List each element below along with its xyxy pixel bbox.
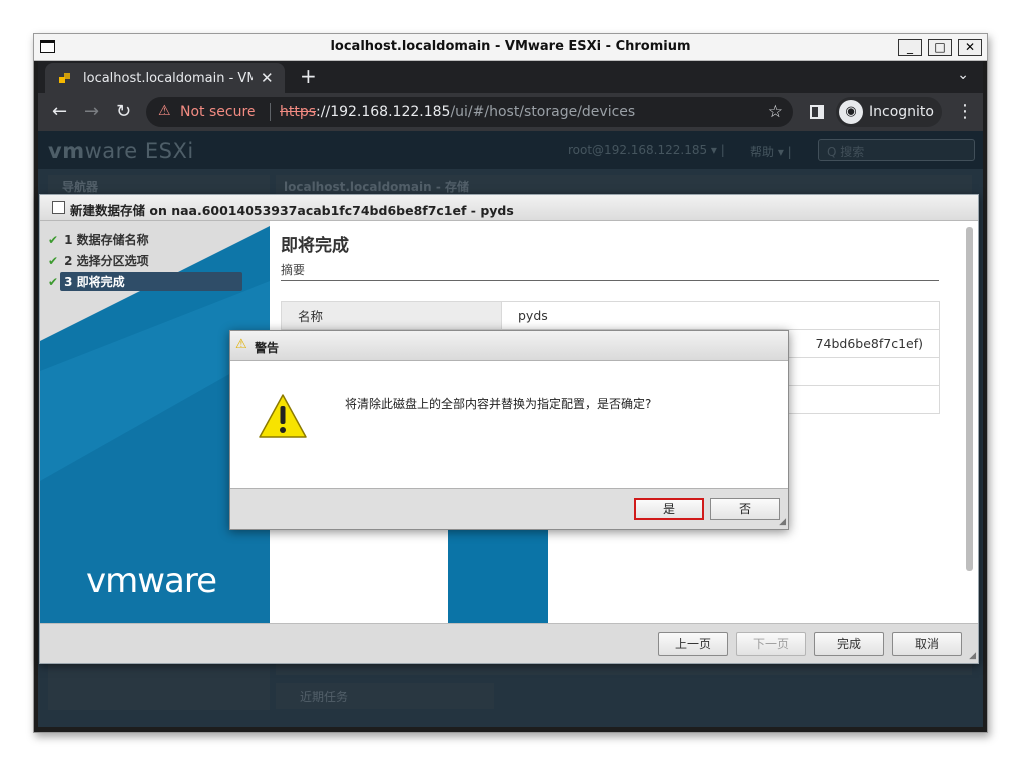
window-titlebar: localhost.localdomain - VMware ESXi - Ch… (34, 34, 987, 61)
not-secure-label[interactable]: Not secure (180, 104, 256, 120)
warning-dialog: ⚠ 警告 将清除此磁盘上的全部内容并替换为指定配置，是否确定? 是 否 ◢ (229, 330, 789, 530)
check-icon: ✔ (48, 254, 59, 268)
summary-value: pyds (501, 301, 940, 330)
check-icon: ✔ (48, 275, 59, 289)
minimize-button[interactable]: _ (898, 39, 922, 56)
tab-search-button[interactable]: ⌄ (957, 67, 969, 83)
back-button[interactable]: 上一页 (658, 632, 728, 656)
warning-message: 将清除此磁盘上的全部内容并替换为指定配置，是否确定? (345, 397, 652, 411)
incognito-label: Incognito (869, 104, 934, 120)
heading-divider (281, 280, 939, 281)
wizard-step-2[interactable]: ✔ 2 选择分区选项 (48, 252, 149, 270)
warning-footer: 是 否 ◢ (230, 488, 788, 529)
address-bar[interactable]: ⚠ Not secure https://192.168.122.185/ui/… (146, 97, 793, 127)
tab-close-icon[interactable]: ✕ (261, 69, 274, 87)
back-icon[interactable]: ← (52, 101, 67, 122)
tab-strip: localhost.localdomain - VMware ESXi ✕ + … (38, 61, 983, 95)
step-label: 1 数据存储名称 (64, 233, 149, 247)
vmware-logo: vmware (86, 561, 217, 601)
vmware-logo-rest: ware (137, 561, 217, 601)
url-protocol: https (280, 104, 317, 120)
warning-icon[interactable]: ⚠ (158, 103, 171, 119)
incognito-button[interactable]: ◉ Incognito (836, 97, 942, 127)
wizard-step-3[interactable]: ✔ 3 即将完成 (48, 272, 243, 291)
url-text[interactable]: https://192.168.122.185/ui/#/host/storag… (280, 104, 635, 120)
step-label: 3 即将完成 (60, 272, 243, 291)
warning-titlebar: ⚠ 警告 (230, 331, 788, 361)
omnibox-divider (270, 103, 271, 121)
close-window-button[interactable]: ✕ (958, 39, 982, 56)
browser-tab[interactable]: localhost.localdomain - VMware ESXi ✕ (45, 63, 285, 95)
browser-toolbar: ← → ↻ ⚠ Not secure https://192.168.122.1… (38, 93, 983, 131)
new-tab-button[interactable]: + (300, 64, 317, 88)
url-host: ://192.168.122.185 (316, 104, 451, 120)
bookmark-star-icon[interactable]: ☆ (768, 102, 783, 122)
blue-panel-graphic (448, 521, 548, 623)
resize-grip-icon[interactable]: ◢ (969, 651, 976, 661)
wizard-titlebar: 新建数据存储 on naa.60014053937acab1fc74bd6be8… (40, 195, 978, 221)
no-button[interactable]: 否 (710, 498, 780, 520)
wizard-subheading: 摘要 (281, 263, 306, 277)
summary-key: 名称 (281, 301, 502, 330)
vmware-favicon-icon (59, 73, 70, 83)
large-warning-icon (259, 394, 307, 438)
finish-button[interactable]: 完成 (814, 632, 884, 656)
incognito-icon: ◉ (839, 100, 863, 124)
vmware-logo-vm: vm (86, 561, 138, 601)
window-title: localhost.localdomain - VMware ESXi - Ch… (330, 39, 691, 54)
maximize-button[interactable]: □ (928, 39, 952, 56)
table-row: 名称 pyds (281, 301, 940, 330)
tab-title: localhost.localdomain - VMware ESXi (83, 71, 253, 86)
browser-menu-icon[interactable]: ⋮ (956, 101, 974, 122)
step-label: 2 选择分区选项 (64, 254, 149, 268)
wizard-step-1[interactable]: ✔ 1 数据存储名称 (48, 231, 149, 249)
wizard-title: 新建数据存储 on naa.60014053937acab1fc74bd6be8… (70, 203, 514, 218)
side-panel-icon[interactable] (810, 105, 824, 119)
wizard-heading: 即将完成 (281, 236, 349, 256)
warning-title: 警告 (255, 341, 280, 355)
wizard-scrollbar[interactable] (966, 227, 973, 571)
forward-icon[interactable]: → (84, 101, 99, 122)
wizard-icon (52, 201, 65, 214)
next-button[interactable]: 下一页 (736, 632, 806, 656)
warning-small-icon: ⚠ (235, 337, 247, 352)
check-icon: ✔ (48, 233, 59, 247)
wizard-footer: 上一页 下一页 完成 取消 ◢ (40, 623, 978, 663)
url-path: /ui/#/host/storage/devices (450, 104, 636, 120)
cancel-button[interactable]: 取消 (892, 632, 962, 656)
yes-button[interactable]: 是 (634, 498, 704, 520)
reload-icon[interactable]: ↻ (116, 101, 131, 122)
resize-grip-icon[interactable]: ◢ (779, 517, 786, 527)
